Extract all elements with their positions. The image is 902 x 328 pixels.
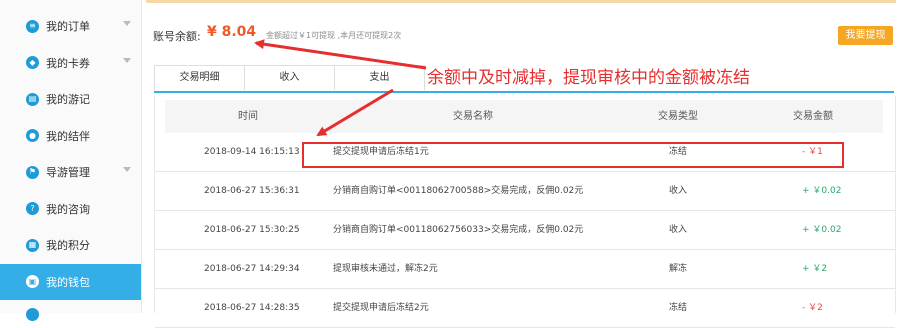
annotation-arrows — [254, 39, 427, 137]
arrow-to-row — [316, 88, 394, 137]
arrow-to-balance — [254, 39, 427, 70]
